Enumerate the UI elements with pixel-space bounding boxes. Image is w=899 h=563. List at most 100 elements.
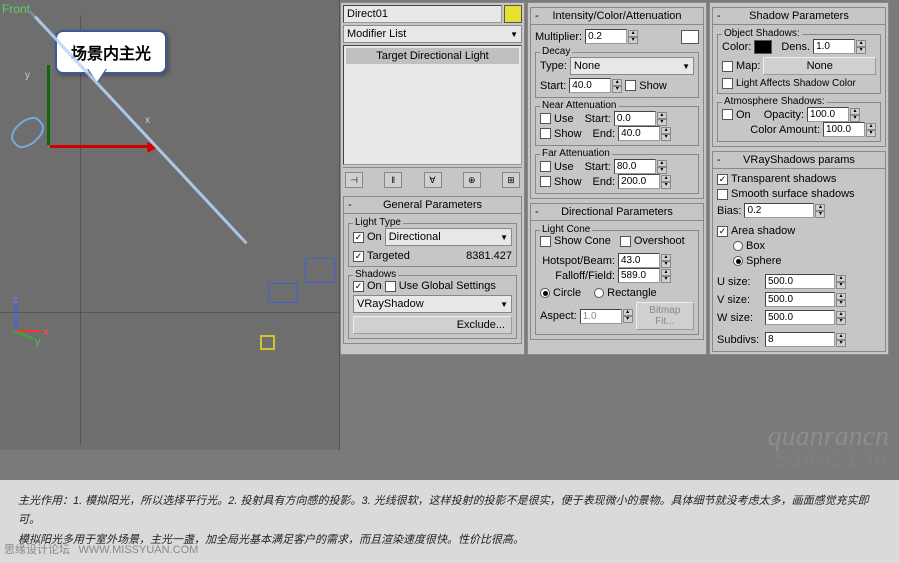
object-shadows-group: Object Shadows: Color: Dens. ▴▾ Map: Non…: [717, 34, 881, 94]
show-stack-button[interactable]: ‖: [384, 172, 402, 188]
smooth-surface-checkbox[interactable]: [717, 189, 728, 200]
near-end-spinner[interactable]: ▴▾: [618, 126, 671, 141]
stack-item[interactable]: Target Directional Light: [346, 48, 519, 64]
intensity-rollout: - Intensity/Color/Attenuation Multiplier…: [530, 7, 704, 199]
bias-spinner[interactable]: ▴▾: [744, 203, 825, 218]
targeted-checkbox[interactable]: ✓: [353, 251, 364, 262]
decay-start-spinner[interactable]: ▴▾: [569, 78, 622, 93]
collapse-icon: -: [535, 206, 539, 218]
transparent-shadows-checkbox[interactable]: ✓: [717, 174, 728, 185]
dropdown-arrow-icon: ▼: [500, 300, 508, 309]
make-unique-button[interactable]: ⊕: [463, 172, 481, 188]
axis-y-label: y: [25, 70, 30, 81]
opacity-spinner[interactable]: ▴▾: [807, 107, 860, 122]
bitmap-fit-button[interactable]: Bitmap Fit...: [636, 302, 694, 330]
dropdown-arrow-icon: ▼: [500, 233, 508, 242]
rollout-header[interactable]: - VRayShadows params: [713, 152, 885, 169]
light-cone-group: Light Cone Show Cone Overshoot Hotspot/B…: [535, 230, 699, 335]
modifier-list-dropdown[interactable]: Modifier List ▼: [343, 25, 522, 43]
rollout-header[interactable]: - Shadow Parameters: [713, 8, 885, 25]
shadows-on-checkbox[interactable]: ✓: [353, 281, 364, 292]
modifier-stack[interactable]: Target Directional Light: [343, 45, 522, 165]
sphere-radio[interactable]: [733, 256, 743, 266]
w-size-spinner[interactable]: ▴▾: [765, 310, 846, 325]
far-attenuation-group: Far Attenuation Use Start: ▴▾ Show End: …: [535, 154, 699, 194]
scene-object[interactable]: [305, 258, 335, 283]
area-shadow-checkbox[interactable]: ✓: [717, 226, 728, 237]
tutorial-caption: 主光作用：1. 模拟阳光，所以选择平行光。2. 投射具有方向感的投影。3. 光线…: [0, 480, 899, 563]
atmosphere-shadows-group: Atmosphere Shadows: On Opacity: ▴▾ Color…: [717, 102, 881, 142]
near-start-spinner[interactable]: ▴▾: [614, 111, 667, 126]
axis-y[interactable]: [47, 65, 50, 145]
far-use-checkbox[interactable]: [540, 161, 551, 172]
grid-horizontal: [0, 312, 340, 313]
global-settings-checkbox[interactable]: [385, 281, 396, 292]
pin-stack-button[interactable]: ⊣: [345, 172, 363, 188]
show-end-result-button[interactable]: ∀: [424, 172, 442, 188]
density-spinner[interactable]: ▴▾: [813, 39, 866, 54]
light-affects-checkbox[interactable]: [722, 78, 733, 89]
caption-line-1: 主光作用：1. 模拟阳光，所以选择平行光。2. 投射具有方向感的投影。3. 光线…: [18, 492, 881, 532]
decay-type-dropdown[interactable]: None▼: [570, 57, 694, 75]
configure-sets-button[interactable]: ⊞: [502, 172, 520, 188]
circle-radio[interactable]: [540, 288, 550, 298]
subdivs-spinner[interactable]: ▴▾: [765, 332, 846, 347]
collapse-icon: -: [717, 154, 721, 166]
footer-url: WWW.MISSYUAN.COM: [79, 544, 199, 556]
shadow-parameters-rollout: - Shadow Parameters Object Shadows: Colo…: [712, 7, 886, 147]
map-button[interactable]: None: [763, 57, 876, 75]
box-radio[interactable]: [733, 241, 743, 251]
rollout-header[interactable]: - General Parameters: [344, 197, 521, 214]
object-name-input[interactable]: [343, 5, 502, 23]
dropdown-arrow-icon: ▼: [682, 62, 690, 71]
viewport-front[interactable]: Front 场景内主光 x y z x y: [0, 0, 340, 450]
target-distance: 8381.427: [466, 250, 512, 262]
overshoot-checkbox[interactable]: [620, 236, 631, 247]
map-checkbox[interactable]: [722, 61, 733, 72]
rollout-header[interactable]: - Directional Parameters: [531, 204, 703, 221]
exclude-button[interactable]: Exclude...: [353, 316, 512, 334]
far-start-spinner[interactable]: ▴▾: [614, 159, 667, 174]
shadow-color-swatch[interactable]: [754, 40, 772, 54]
shadows-group: Shadows ✓ On Use Global Settings VRaySha…: [348, 275, 517, 339]
far-show-checkbox[interactable]: [540, 176, 551, 187]
collapse-icon: -: [348, 199, 352, 211]
v-size-spinner[interactable]: ▴▾: [765, 292, 846, 307]
light-color-swatch[interactable]: [681, 30, 699, 44]
viewport-label: Front: [2, 2, 30, 16]
multiplier-spinner[interactable]: ▴▾: [585, 29, 638, 44]
light-target[interactable]: [260, 335, 275, 350]
object-color-swatch[interactable]: [504, 5, 522, 23]
shadow-type-dropdown[interactable]: VRayShadow ▼: [353, 295, 512, 313]
color-amount-spinner[interactable]: ▴▾: [823, 122, 876, 137]
rectangle-radio[interactable]: [594, 288, 604, 298]
axis-x[interactable]: [50, 145, 150, 148]
grid-vertical: [80, 15, 81, 445]
collapse-icon: -: [717, 10, 721, 22]
far-end-spinner[interactable]: ▴▾: [618, 174, 671, 189]
scene-object[interactable]: [268, 283, 298, 303]
vray-shadows-rollout: - VRayShadows params ✓ Transparent shado…: [712, 151, 886, 352]
collapse-icon: -: [535, 10, 539, 22]
decay-show-checkbox[interactable]: [625, 80, 636, 91]
dropdown-arrow-icon: ▼: [510, 30, 518, 39]
atmos-on-checkbox[interactable]: [722, 109, 733, 120]
light-emitter-wireframe[interactable]: [6, 112, 49, 154]
axis-z-icon: [15, 305, 17, 330]
near-use-checkbox[interactable]: [540, 113, 551, 124]
axis-x-label: x: [145, 115, 150, 126]
falloff-spinner[interactable]: ▴▾: [618, 268, 671, 283]
light-type-dropdown[interactable]: Directional ▼: [385, 228, 512, 246]
annotation-callout: 场景内主光: [55, 30, 167, 74]
hotspot-spinner[interactable]: ▴▾: [618, 253, 671, 268]
modifier-list-label: Modifier List: [347, 28, 406, 40]
intensity-panel: - Intensity/Color/Attenuation Multiplier…: [527, 2, 707, 355]
aspect-spinner[interactable]: ▴▾: [580, 309, 633, 324]
light-on-checkbox[interactable]: ✓: [353, 232, 364, 243]
command-panels: Modifier List ▼ Target Directional Light…: [340, 2, 897, 355]
show-cone-checkbox[interactable]: [540, 236, 551, 247]
near-show-checkbox[interactable]: [540, 128, 551, 139]
decay-group: Decay Type: None▼ Start: ▴▾ Show: [535, 52, 699, 98]
rollout-header[interactable]: - Intensity/Color/Attenuation: [531, 8, 703, 25]
u-size-spinner[interactable]: ▴▾: [765, 274, 846, 289]
